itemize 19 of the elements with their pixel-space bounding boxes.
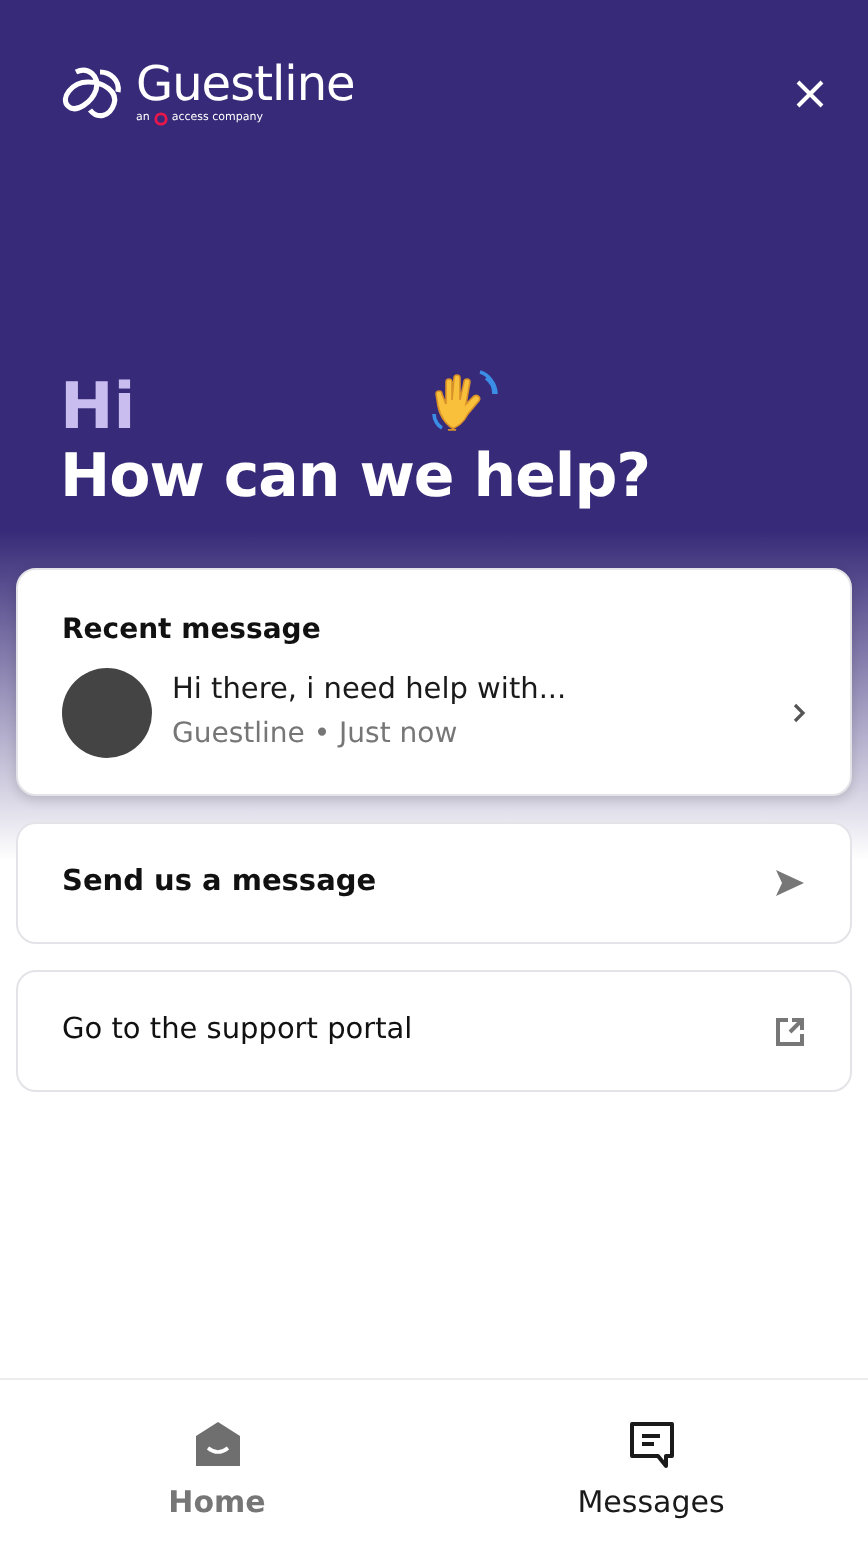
ring-icon	[153, 112, 168, 126]
home-icon	[193, 1420, 241, 1468]
chat-icon	[627, 1420, 675, 1468]
send-message-button[interactable]: Send us a message	[16, 822, 852, 944]
message-meta: Guestline • Just now	[172, 715, 460, 754]
card-title: Recent message	[62, 612, 323, 650]
message-preview: Hi there, i need help with...	[172, 672, 569, 711]
close-button[interactable]	[796, 80, 824, 108]
greeting-text: Hi	[60, 372, 136, 443]
nav-tab[interactable]: Home	[0, 1380, 434, 1546]
send-icon	[774, 868, 806, 898]
external-link-icon	[774, 1015, 806, 1047]
chevron-right-icon	[792, 702, 806, 724]
headline: How can we help?	[60, 442, 653, 515]
support-portal-link[interactable]: Go to the support portal	[16, 970, 852, 1092]
logo-wordmark: Guestline	[136, 60, 355, 108]
nav-tab[interactable]: Messages	[434, 1380, 868, 1546]
avatar	[62, 668, 152, 758]
recent-message-card[interactable]: Recent message Hi there, i need help with... Guestline • Just now	[16, 568, 852, 796]
